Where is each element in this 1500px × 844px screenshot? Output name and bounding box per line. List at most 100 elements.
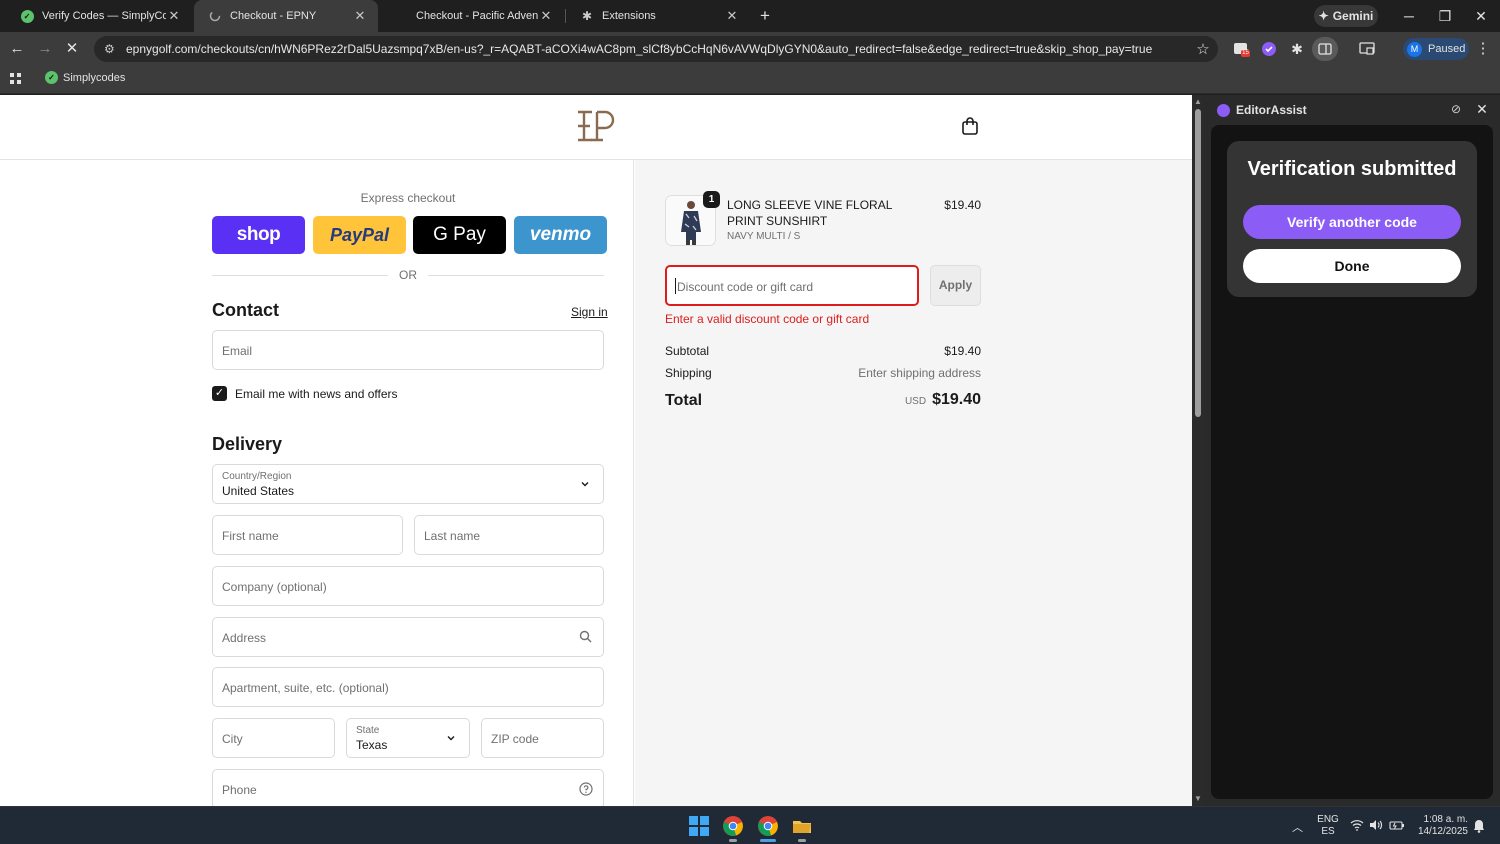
discount-code-input[interactable]: Discount code or gift card <box>665 265 919 306</box>
side-panel-toggle-icon[interactable] <box>1312 37 1338 61</box>
volume-icon[interactable] <box>1369 819 1383 833</box>
chrome-app-icon[interactable] <box>722 815 744 837</box>
notification-bell-icon[interactable] <box>1473 819 1485 833</box>
company-field[interactable]: Company (optional) <box>212 566 604 606</box>
bookmark-star-icon[interactable]: ☆ <box>1192 40 1214 58</box>
state-label: State <box>356 725 380 736</box>
gemini-label: Gemini <box>1332 9 1374 23</box>
first-name-field[interactable]: First name <box>212 515 403 555</box>
close-window-button[interactable]: ✕ <box>1470 6 1492 26</box>
battery-icon[interactable] <box>1389 819 1405 833</box>
restore-button[interactable]: ❐ <box>1434 6 1456 26</box>
extensions-puzzle-icon[interactable]: ✱ <box>1288 40 1306 58</box>
bookmark-simplycodes[interactable]: ✓ Simplycodes <box>45 71 125 84</box>
minimize-button[interactable]: ─ <box>1398 6 1420 26</box>
product-variant: NAVY MULTI / S <box>727 231 801 242</box>
scroll-up-arrow-icon[interactable]: ▲ <box>1194 98 1202 106</box>
total-label: Total <box>665 392 703 409</box>
order-summary-column: 1 LONG SLEEVE VINE FLORAL PRINT SUNSHIRT… <box>635 160 1192 806</box>
paypal-button[interactable]: PayPal <box>313 216 406 254</box>
new-tab-button[interactable]: + <box>755 6 775 26</box>
help-circle-icon[interactable] <box>579 782 593 796</box>
apply-discount-button[interactable]: Apply <box>930 265 981 306</box>
or-divider: OR <box>212 268 604 282</box>
tab-close-icon[interactable]: ✕ <box>166 8 182 24</box>
google-pay-button[interactable]: G Pay <box>413 216 506 254</box>
side-panel-body: Verification submitted Verify another co… <box>1211 125 1493 799</box>
tab-close-icon[interactable]: ✕ <box>538 8 554 24</box>
wifi-icon[interactable] <box>1350 819 1364 833</box>
email-field[interactable]: Email <box>212 330 604 370</box>
phone-field[interactable]: Phone <box>212 769 604 806</box>
unpin-icon[interactable]: ⊘ <box>1448 102 1464 118</box>
city-field[interactable]: City <box>212 718 335 758</box>
sign-in-link[interactable]: Sign in <box>571 305 608 319</box>
gemini-button[interactable]: ✦ Gemini <box>1314 5 1378 27</box>
total-amount: $19.40 <box>932 391 981 408</box>
stop-loading-button[interactable]: ✕ <box>62 39 82 59</box>
checkout-page: Express checkout shop PayPal G Pay venmo… <box>0 95 1192 806</box>
zip-placeholder: ZIP code <box>491 732 539 746</box>
address-field[interactable]: Address <box>212 617 604 657</box>
tab-label: Checkout - EPNY <box>230 10 317 22</box>
menu-kebab-icon[interactable]: ⋮ <box>1473 39 1493 59</box>
back-button[interactable]: ← <box>7 39 27 59</box>
forward-button[interactable]: → <box>35 39 55 59</box>
page-scrollbar[interactable]: ▲ ▼ <box>1192 95 1204 806</box>
extension-simplycodes-icon[interactable]: 15 <box>1232 40 1250 58</box>
url-text[interactable]: epnygolf.com/checkouts/cn/hWN6PRez2rDal5… <box>126 42 1192 56</box>
total-currency: USD <box>904 396 927 407</box>
tab-extensions[interactable]: ✱ Extensions ✕ <box>566 0 750 32</box>
address-placeholder: Address <box>222 631 267 645</box>
epny-logo[interactable] <box>575 109 615 148</box>
address-bar[interactable]: ⚙ epnygolf.com/checkouts/cn/hWN6PRez2rDa… <box>94 36 1218 62</box>
newsletter-checkbox[interactable]: ✓ <box>212 386 227 401</box>
site-info-icon[interactable]: ⚙ <box>104 42 122 56</box>
tab-checkout-epny[interactable]: Checkout - EPNY ✕ <box>194 0 378 32</box>
subtotal-row: Subtotal $19.40 <box>665 344 981 358</box>
chevron-down-icon <box>445 731 459 745</box>
chrome-profile-app-icon[interactable] <box>757 815 779 837</box>
system-clock[interactable]: 1:08 a. m. 14/12/2025 <box>1410 814 1468 838</box>
windows-start-icon[interactable] <box>688 815 710 837</box>
scroll-down-arrow-icon[interactable]: ▼ <box>1194 795 1202 803</box>
apartment-field[interactable]: Apartment, suite, etc. (optional) <box>212 667 604 707</box>
clock-date: 14/12/2025 <box>1417 826 1468 837</box>
zip-field[interactable]: ZIP code <box>481 718 604 758</box>
lang-primary: ENG <box>1317 814 1339 825</box>
last-name-field[interactable]: Last name <box>414 515 604 555</box>
page-header <box>0 95 1192 160</box>
shipping-label: Shipping <box>665 366 712 380</box>
newsletter-checkbox-row[interactable]: ✓ Email me with news and offers <box>212 386 398 401</box>
verify-another-code-button[interactable]: Verify another code <box>1243 205 1461 239</box>
tab-close-icon[interactable]: ✕ <box>352 8 368 24</box>
clock-time: 1:08 a. m. <box>1423 814 1468 825</box>
active-indicator <box>760 839 776 842</box>
extension-editorassist-icon[interactable] <box>1260 40 1278 58</box>
state-select[interactable]: State Texas <box>346 718 470 758</box>
tab-simplycodes[interactable]: ✓ Verify Codes — SimplyCodes ✕ <box>6 0 192 32</box>
file-explorer-app-icon[interactable] <box>791 815 813 837</box>
country-select[interactable]: Country/Region United States <box>212 464 604 504</box>
language-indicator[interactable]: ENG ES <box>1316 814 1340 838</box>
country-value: United States <box>222 484 295 498</box>
bookmark-label: Simplycodes <box>63 71 126 84</box>
shopping-bag-icon[interactable] <box>961 117 979 140</box>
running-indicator <box>798 839 806 842</box>
done-button[interactable]: Done <box>1243 249 1461 283</box>
venmo-button[interactable]: venmo <box>514 216 607 254</box>
product-name: LONG SLEEVE VINE FLORAL PRINT SUNSHIRT <box>727 198 892 228</box>
tab-label: Verify Codes — SimplyCodes <box>42 10 166 22</box>
close-panel-icon[interactable]: ✕ <box>1474 101 1490 117</box>
show-hidden-icons-chevron-icon[interactable]: ︿ <box>1292 819 1303 835</box>
shop-pay-button[interactable]: shop <box>212 216 305 254</box>
cast-screen-icon[interactable] <box>1358 40 1376 58</box>
simplycodes-logo-icon: ✓ <box>45 71 58 84</box>
company-placeholder: Company (optional) <box>222 580 327 594</box>
profile-button[interactable]: M Paused <box>1403 38 1469 60</box>
tab-checkout-pacific[interactable]: Checkout - Pacific Adventure W ✕ <box>380 0 564 32</box>
scroll-thumb[interactable] <box>1195 109 1201 417</box>
tab-close-icon[interactable]: ✕ <box>724 8 740 24</box>
express-checkout-label: Express checkout <box>360 191 456 205</box>
apps-grid-icon[interactable] <box>9 72 23 86</box>
